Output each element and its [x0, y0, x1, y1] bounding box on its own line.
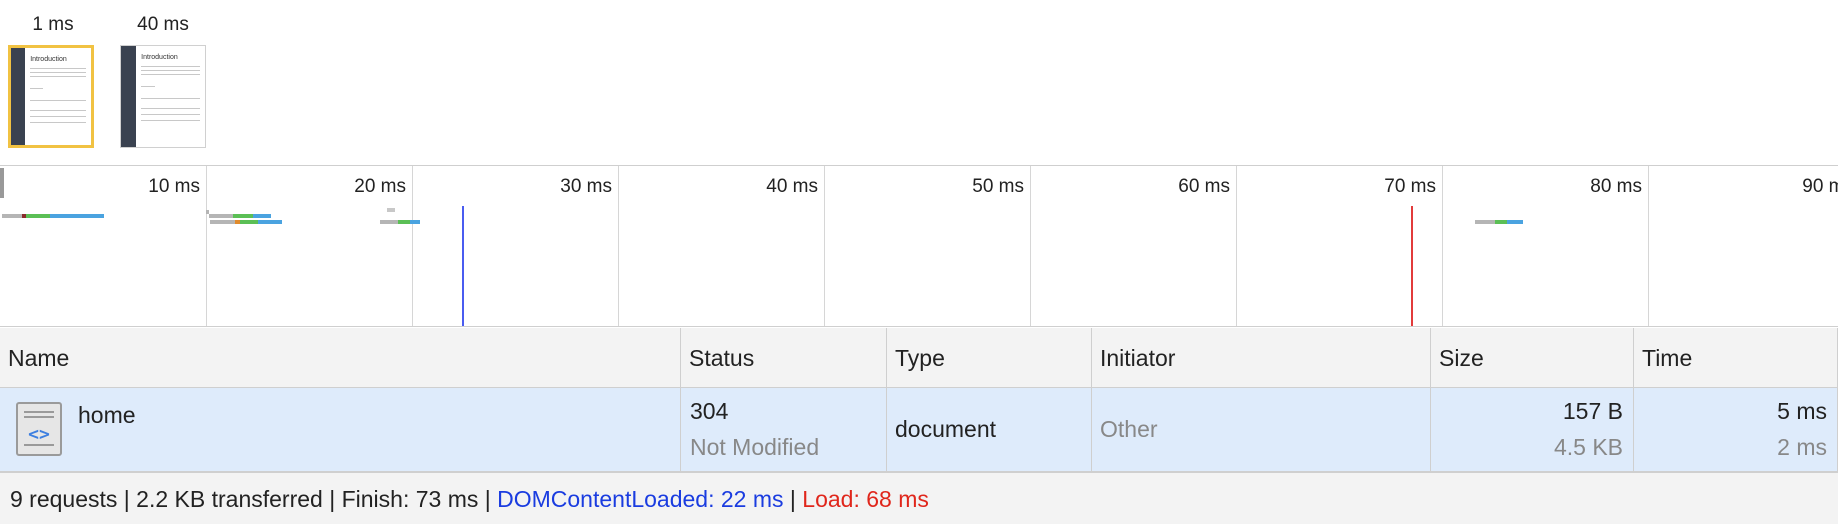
overview-tick-label: 10 ms [148, 176, 200, 197]
overview-tick-label: 40 ms [766, 176, 818, 197]
column-header-initiator[interactable]: Initiator [1092, 328, 1431, 388]
waterfall-bar [209, 214, 233, 218]
initiator: Other [1100, 416, 1158, 442]
frame-time-label: 1 ms [32, 14, 74, 35]
waterfall-bar [2, 214, 22, 218]
waterfall-bar [233, 214, 253, 218]
waterfall-bar [253, 214, 271, 218]
column-header-status[interactable]: Status [681, 328, 887, 388]
column-header-name[interactable]: Name [0, 328, 681, 388]
document-code-icon: <> [16, 402, 62, 456]
request-count: 9 requests [10, 486, 118, 512]
resource-size: 4.5 KB [1553, 434, 1623, 460]
separator: | [789, 486, 796, 512]
separator: | [123, 486, 130, 512]
table-row[interactable]: <> home 304 Not Modified document Other … [0, 388, 1838, 472]
overview-tick-label: 90 ms [1802, 176, 1838, 197]
latency: 2 ms [1777, 434, 1827, 460]
waterfall-bar [210, 220, 235, 224]
network-summary-bar: 9 requests | 2.2 KB transferred | Finish… [0, 472, 1838, 524]
overview-tick-label: 60 ms [1178, 176, 1230, 197]
waterfall-bar [240, 220, 258, 224]
column-header-size[interactable]: Size [1431, 328, 1634, 388]
dom-content-loaded-time: DOMContentLoaded: 22 ms [497, 486, 784, 512]
waterfall-bar [410, 220, 420, 224]
frame-time-label: 40 ms [137, 14, 189, 35]
frame-thumbnail[interactable]: Introduction [8, 45, 94, 148]
status-cell: 304 Not Modified [681, 388, 887, 472]
overview-selection-handle[interactable] [0, 168, 4, 198]
column-header-type[interactable]: Type [887, 328, 1092, 388]
resource-type: document [895, 416, 997, 442]
overview-tick-label: 80 ms [1590, 176, 1642, 197]
column-header-time[interactable]: Time [1634, 328, 1838, 388]
separator: | [484, 486, 491, 512]
finish-time: Finish: 73 ms [341, 486, 479, 512]
time-cell: 5 ms 2 ms [1634, 388, 1838, 472]
waterfall-bar [50, 214, 104, 218]
network-overview[interactable]: 10 ms 20 ms 30 ms 40 ms 50 ms 60 ms 70 m… [0, 165, 1838, 327]
waterfall-bar [1507, 220, 1523, 224]
waterfall-bar [1475, 220, 1495, 224]
initiator-cell: Other [1092, 388, 1431, 472]
table-header: Name Status Type Initiator Size Time [0, 328, 1838, 388]
name-cell[interactable]: <> home [0, 388, 681, 472]
request-name[interactable]: home [78, 402, 136, 429]
thumbnail-title: Introduction [30, 56, 67, 63]
separator: | [329, 486, 336, 512]
type-cell: document [887, 388, 1092, 472]
total-time: 5 ms [1777, 398, 1827, 424]
filmstrip: 1 ms Introduction 40 ms Introduction [0, 0, 1838, 165]
frame-thumbnail[interactable]: Introduction [120, 45, 206, 148]
status-text: Not Modified [690, 434, 820, 460]
size-cell: 157 B 4.5 KB [1431, 388, 1634, 472]
waterfall-bar [26, 214, 50, 218]
transferred-size: 2.2 KB transferred [136, 486, 323, 512]
overview-tick-label: 30 ms [560, 176, 612, 197]
transfer-size: 157 B [1562, 398, 1623, 424]
thumbnail-title: Introduction [141, 54, 178, 61]
load-marker [1411, 206, 1413, 326]
overview-tick-label: 20 ms [354, 176, 406, 197]
waterfall-bar [1495, 220, 1507, 224]
waterfall-bar [380, 220, 398, 224]
overview-tick-label: 70 ms [1384, 176, 1436, 197]
waterfall-bar [387, 208, 395, 212]
overview-tick-label: 50 ms [972, 176, 1024, 197]
waterfall-bar [258, 220, 282, 224]
status-code: 304 [690, 398, 729, 424]
load-time: Load: 68 ms [802, 486, 929, 512]
waterfall-bar [398, 220, 410, 224]
dom-content-loaded-marker [462, 206, 464, 326]
